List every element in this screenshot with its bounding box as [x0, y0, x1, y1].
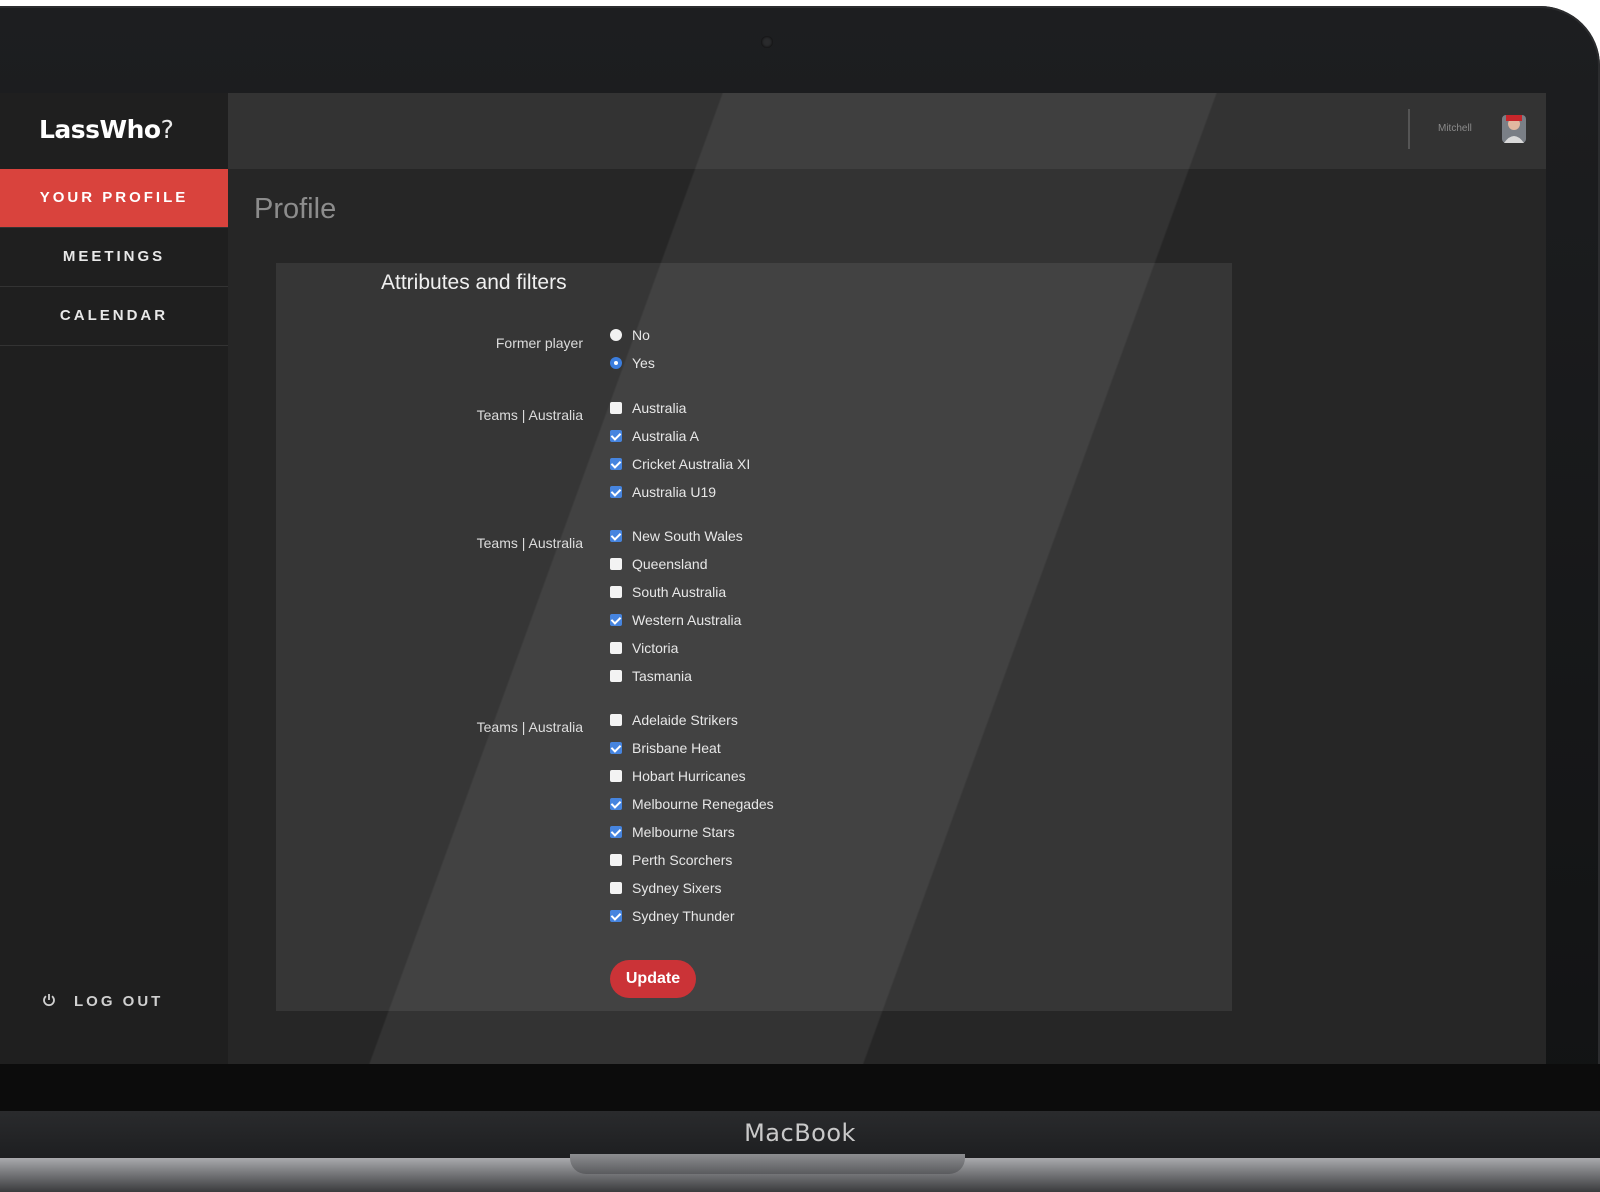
option-label: Hobart Hurricanes [632, 768, 746, 784]
checkbox[interactable] [610, 742, 622, 754]
app-screen: LassWho? YOUR PROFILE MEETINGS CALENDAR … [0, 93, 1546, 1064]
teams-group-label: Teams | Australia [476, 719, 583, 735]
teams-group-label: Teams | Australia [476, 407, 583, 423]
checkbox-option[interactable]: Australia U19 [610, 484, 716, 500]
checkbox[interactable] [610, 614, 622, 626]
radio-no[interactable]: No [610, 327, 650, 343]
checkbox-option[interactable]: Victoria [610, 640, 678, 656]
checkbox[interactable] [610, 586, 622, 598]
user-name[interactable]: Mitchell [1438, 123, 1472, 134]
checkbox-option[interactable]: Western Australia [610, 612, 741, 628]
option-label: Melbourne Stars [632, 824, 735, 840]
laptop-notch [570, 1154, 965, 1174]
sidebar-item-your-profile[interactable]: YOUR PROFILE [0, 169, 228, 228]
device-label: MacBook [744, 1119, 856, 1147]
option-label: Victoria [632, 640, 679, 656]
checkbox-option[interactable]: Tasmania [610, 668, 692, 684]
option-label: New South Wales [632, 528, 743, 544]
avatar[interactable] [1496, 111, 1532, 147]
camera-icon [761, 36, 773, 48]
checkbox-option[interactable]: South Australia [610, 584, 726, 600]
radio-button[interactable] [610, 329, 622, 341]
sidebar: LassWho? YOUR PROFILE MEETINGS CALENDAR … [0, 93, 228, 1064]
top-bar: Mitchell [228, 93, 1546, 169]
option-label: Tasmania [632, 668, 692, 684]
checkbox-option[interactable]: Melbourne Renegades [610, 796, 774, 812]
option-label: Melbourne Renegades [632, 796, 774, 812]
former-player-label: Former player [495, 335, 583, 351]
page-title: Profile [254, 193, 337, 225]
sidebar-item-meetings[interactable]: MEETINGS [0, 228, 228, 287]
checkbox[interactable] [610, 402, 622, 414]
checkbox-option[interactable]: Perth Scorchers [610, 852, 732, 868]
checkbox-option[interactable]: Cricket Australia XI [610, 456, 750, 472]
checkbox[interactable] [610, 714, 622, 726]
checkbox-option[interactable]: New South Wales [610, 528, 743, 544]
topbar-divider [1408, 109, 1410, 149]
radio-yes[interactable]: Yes [610, 355, 655, 371]
logo-text: LassWho [39, 115, 161, 144]
option-label: Perth Scorchers [632, 852, 733, 868]
lasso-icon: ? [160, 115, 174, 144]
checkbox[interactable] [610, 826, 622, 838]
option-label: Australia A [632, 428, 699, 444]
checkbox-option[interactable]: Adelaide Strikers [610, 712, 738, 728]
sidebar-item-calendar[interactable]: CALENDAR [0, 287, 228, 346]
checkbox[interactable] [610, 882, 622, 894]
checkbox[interactable] [610, 530, 622, 542]
checkbox-option[interactable]: Queensland [610, 556, 708, 572]
option-label: Australia U19 [632, 484, 717, 500]
checkbox-option[interactable]: Australia A [610, 428, 699, 444]
radio-button[interactable] [610, 357, 622, 369]
checkbox[interactable] [610, 670, 622, 682]
option-label: Adelaide Strikers [632, 712, 738, 728]
checkbox-option[interactable]: Australia [610, 400, 686, 416]
checkbox[interactable] [610, 642, 622, 654]
screen-bezel [0, 1064, 1600, 1111]
option-label: Cricket Australia XI [632, 456, 751, 472]
attributes-card: Attributes and filters Former player No … [276, 263, 1232, 1011]
checkbox[interactable] [610, 798, 622, 810]
checkbox[interactable] [610, 910, 622, 922]
option-label: Queensland [632, 556, 708, 572]
option-label: No [632, 327, 650, 343]
checkbox[interactable] [610, 854, 622, 866]
app-logo[interactable]: LassWho? [39, 115, 174, 144]
option-label: Brisbane Heat [632, 740, 721, 756]
checkbox[interactable] [610, 430, 622, 442]
option-label: Western Australia [632, 612, 742, 628]
logout-label: LOG OUT [74, 993, 164, 1010]
option-label: Australia [632, 400, 687, 416]
checkbox-option[interactable]: Brisbane Heat [610, 740, 721, 756]
logout-button[interactable]: LOG OUT [42, 993, 163, 1010]
checkbox-option[interactable]: Sydney Sixers [610, 880, 721, 896]
teams-group-label: Teams | Australia [476, 535, 583, 551]
update-button[interactable]: Update [610, 960, 696, 998]
checkbox[interactable] [610, 558, 622, 570]
checkbox-option[interactable]: Melbourne Stars [610, 824, 735, 840]
sidebar-nav: YOUR PROFILE MEETINGS CALENDAR [0, 169, 228, 346]
power-icon [42, 993, 56, 1007]
card-title: Attributes and filters [381, 271, 567, 294]
checkbox-option[interactable]: Hobart Hurricanes [610, 768, 746, 784]
option-label: Sydney Thunder [632, 908, 735, 924]
checkbox-option[interactable]: Sydney Thunder [610, 908, 734, 924]
option-label: Sydney Sixers [632, 880, 722, 896]
checkbox[interactable] [610, 458, 622, 470]
checkbox[interactable] [610, 770, 622, 782]
checkbox[interactable] [610, 486, 622, 498]
option-label: South Australia [632, 584, 727, 600]
option-label: Yes [632, 355, 655, 371]
